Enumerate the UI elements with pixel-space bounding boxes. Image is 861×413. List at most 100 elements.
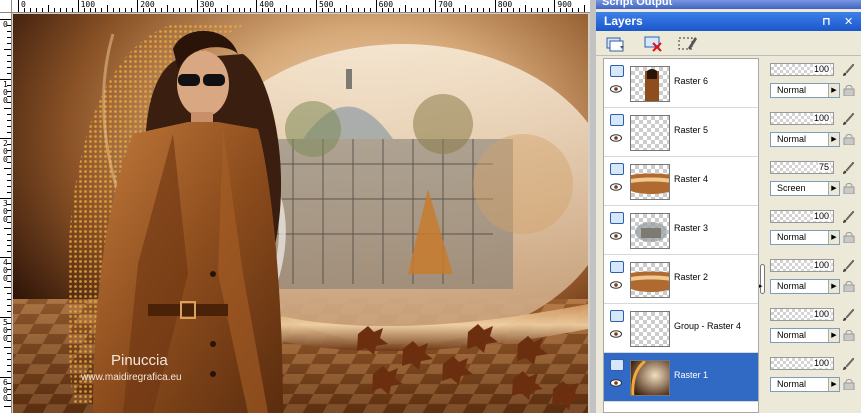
blend-mode-select[interactable]: Normal ▶ [770, 230, 840, 245]
horizontal-ruler[interactable]: 0 100 200 300 400 500 600 700 800 900 [12, 0, 590, 13]
ruler-minor-tick [161, 8, 163, 12]
lock-transparency-icon[interactable] [843, 183, 855, 194]
ruler-tick: 600 [0, 376, 11, 402]
layer-row[interactable]: Raster 3 [604, 206, 758, 255]
paintbrush-icon[interactable] [840, 258, 856, 274]
dropdown-arrow-icon[interactable]: ▶ [828, 84, 839, 97]
dropdown-arrow-icon[interactable]: ▶ [828, 182, 839, 195]
layer-row[interactable]: Group - Raster 4 [604, 304, 758, 353]
layer-name: Raster 4 [674, 174, 709, 184]
ruler-minor-tick [23, 8, 25, 12]
close-icon[interactable]: ✕ [844, 15, 853, 28]
ruler-minor-tick [572, 8, 574, 12]
opacity-slider[interactable]: 75 [770, 161, 834, 174]
dropdown-arrow-icon[interactable]: ▶ [828, 231, 839, 244]
ruler-minor-tick [7, 334, 11, 336]
layers-titlebar[interactable]: Layers ⊓ ✕ [596, 12, 861, 31]
lock-transparency-icon[interactable] [843, 281, 855, 292]
ruler-minor-tick [7, 102, 11, 104]
ruler-minor-tick [244, 8, 246, 12]
ruler-minor-tick [7, 42, 11, 44]
ruler-minor-tick [7, 179, 11, 181]
ruler-minor-tick [274, 8, 276, 12]
visibility-eye-icon[interactable] [610, 281, 622, 289]
opacity-slider[interactable]: 100 [770, 357, 834, 370]
image-canvas[interactable]: Pinuccia www.maidiregrafica.eu [13, 14, 588, 413]
ruler-minor-tick [53, 8, 55, 12]
paintbrush-icon[interactable] [840, 356, 856, 372]
paintbrush-icon[interactable] [840, 111, 856, 127]
ruler-minor-tick [7, 36, 11, 38]
visibility-eye-icon[interactable] [610, 330, 622, 338]
dropdown-arrow-icon[interactable]: ▶ [828, 378, 839, 391]
layer-properties-row: 75 Screen ▶ [768, 156, 861, 205]
opacity-slider[interactable]: 100 [770, 210, 834, 223]
blend-mode-select[interactable]: Normal ▶ [770, 279, 840, 294]
layer-row[interactable]: Raster 4 [604, 157, 758, 206]
paintbrush-icon[interactable] [840, 160, 856, 176]
ruler-minor-tick [89, 8, 91, 12]
layer-row[interactable]: Raster 6 [604, 59, 758, 108]
panel-splitter[interactable]: ▸ [759, 58, 766, 413]
lock-transparency-icon[interactable] [843, 379, 855, 390]
ruler-minor-tick [387, 8, 389, 12]
layer-row[interactable]: Raster 5 [604, 108, 758, 157]
edit-selection-icon[interactable] [676, 34, 698, 53]
vertical-ruler[interactable]: 0 100 200 300 400 500 600 [0, 13, 12, 413]
layer-row[interactable]: Raster 1 [604, 353, 758, 402]
ruler-minor-tick [131, 8, 133, 12]
dropdown-arrow-icon[interactable]: ▶ [828, 329, 839, 342]
lock-transparency-icon[interactable] [843, 134, 855, 145]
dropdown-arrow-icon[interactable]: ▶ [828, 280, 839, 293]
expand-arrow-icon[interactable]: ▸ [759, 282, 763, 290]
opacity-slider[interactable]: 100 [770, 63, 834, 76]
dropdown-arrow-icon[interactable]: ▶ [828, 133, 839, 146]
visibility-eye-icon[interactable] [610, 183, 622, 191]
opacity-slider[interactable]: 100 [770, 259, 834, 272]
ruler-minor-tick [321, 8, 323, 12]
ruler-minor-tick [7, 66, 11, 68]
new-layer-icon[interactable] [604, 34, 626, 53]
blend-mode-select[interactable]: Normal ▶ [770, 377, 840, 392]
layer-row[interactable]: Raster 2 [604, 255, 758, 304]
ruler-minor-tick [7, 185, 11, 187]
layer-name: Raster 1 [674, 370, 709, 380]
opacity-slider[interactable]: 100 [770, 308, 834, 321]
lock-transparency-icon[interactable] [843, 85, 855, 96]
paintbrush-icon[interactable] [840, 307, 856, 323]
ruler-minor-tick [41, 8, 43, 12]
ruler-minor-tick [441, 8, 443, 12]
ruler-minor-tick [470, 8, 472, 12]
lock-transparency-icon[interactable] [843, 232, 855, 243]
ruler-minor-tick [226, 5, 228, 12]
layer-properties-row: 100 Normal ▶ [768, 352, 861, 401]
paint-shop-pro-workspace: 0 100 200 300 400 500 600 700 800 900 0 100 200 300 4… [0, 0, 861, 413]
ruler-minor-tick [584, 5, 586, 12]
layer-list[interactable]: Raster 6 Raster 5 Raster 4 Raster 3 Raster 2… [603, 58, 759, 413]
ruler-minor-tick [7, 209, 11, 211]
lock-transparency-icon[interactable] [843, 330, 855, 341]
watermark-name: Pinuccia [111, 352, 168, 369]
visibility-eye-icon[interactable] [610, 379, 622, 387]
ruler-minor-tick [345, 5, 347, 12]
opacity-slider[interactable]: 100 [770, 112, 834, 125]
blend-mode-select[interactable]: Normal ▶ [770, 83, 840, 98]
pin-icon[interactable]: ⊓ [822, 15, 831, 28]
paintbrush-icon[interactable] [840, 209, 856, 225]
delete-layer-icon[interactable] [642, 34, 664, 53]
layer-name: Raster 6 [674, 76, 709, 86]
visibility-eye-icon[interactable] [610, 85, 622, 93]
layer-thumbnail [630, 360, 670, 396]
paintbrush-icon[interactable] [840, 62, 856, 78]
ruler-tick: 100 [77, 0, 95, 12]
visibility-eye-icon[interactable] [610, 232, 622, 240]
ruler-tick: 300 [0, 197, 11, 223]
script-output-titlebar[interactable]: Script Output [596, 0, 861, 9]
blend-mode-select[interactable]: Screen ▶ [770, 181, 840, 196]
ruler-minor-tick [4, 108, 11, 110]
ruler-minor-tick [7, 305, 11, 307]
ruler-minor-tick [167, 5, 168, 12]
blend-mode-select[interactable]: Normal ▶ [770, 132, 840, 147]
visibility-eye-icon[interactable] [610, 134, 622, 142]
blend-mode-select[interactable]: Normal ▶ [770, 328, 840, 343]
